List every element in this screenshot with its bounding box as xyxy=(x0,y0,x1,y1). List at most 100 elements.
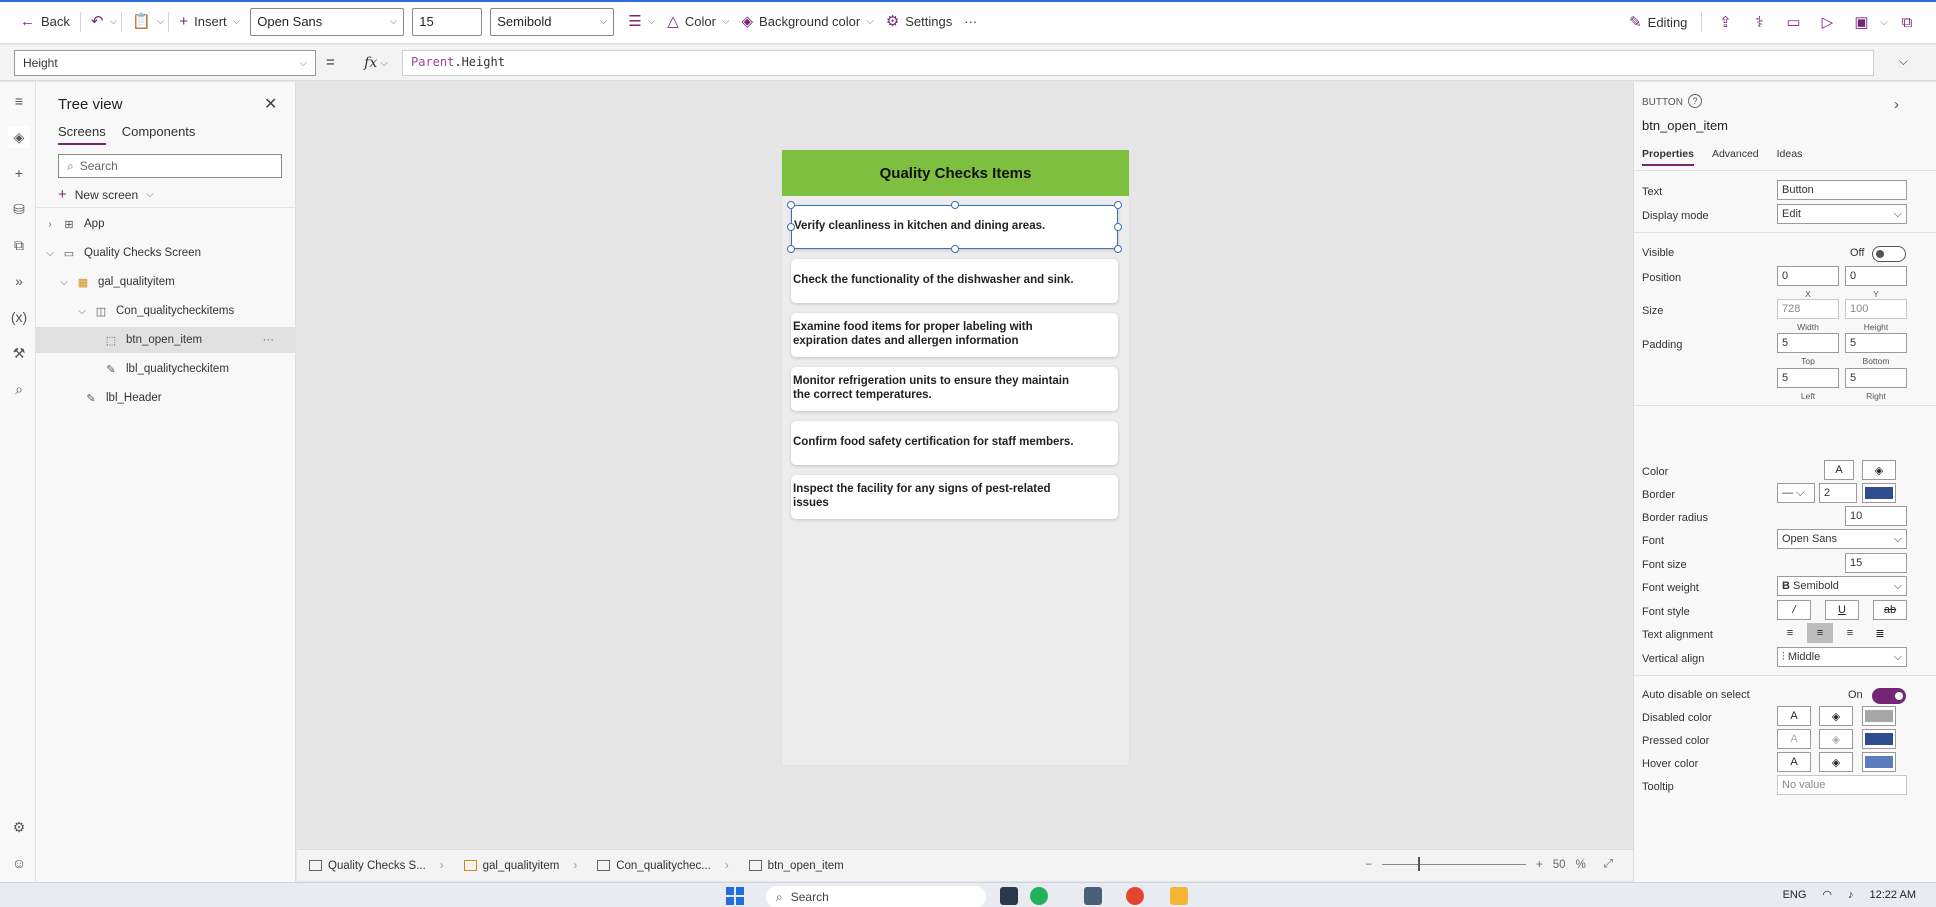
tree-node-header[interactable]: ✎ lbl_Header xyxy=(36,385,296,411)
wifi-icon[interactable]: ◠ xyxy=(1822,888,1832,901)
fx-button[interactable]: fx ⌵ xyxy=(352,50,400,76)
taskbar-app-icon[interactable] xyxy=(1000,887,1018,905)
new-screen-button[interactable]: + New screen ⌵ xyxy=(58,186,154,203)
calculator-icon[interactable] xyxy=(1084,887,1102,905)
chrome-icon[interactable] xyxy=(1126,887,1144,905)
chevron-right-icon[interactable]: › xyxy=(44,219,56,230)
data-icon[interactable]: ⛁ xyxy=(8,198,30,220)
save-chevron-icon[interactable]: ⌵ xyxy=(1880,17,1888,28)
disabled-fill-icon[interactable]: ◈ xyxy=(1819,706,1853,726)
volume-icon[interactable]: ♪ xyxy=(1848,889,1854,901)
publish-icon[interactable]: ⧉ xyxy=(1892,7,1922,37)
background-color-button[interactable]: ◈ Background color ⌵ xyxy=(736,7,880,37)
disabled-border-color-swatch[interactable] xyxy=(1862,706,1896,726)
position-y-input[interactable]: 0 xyxy=(1845,266,1907,286)
chevron-down-icon[interactable]: ⌵ xyxy=(76,306,88,317)
text-color-swatch[interactable]: A xyxy=(1824,460,1854,480)
hamburger-icon[interactable]: ≡ xyxy=(8,90,30,112)
search-icon[interactable]: ⌕ xyxy=(8,378,30,400)
padding-top-input[interactable]: 5 xyxy=(1777,333,1839,353)
width-input[interactable]: 728 xyxy=(1777,299,1839,319)
resize-handle[interactable] xyxy=(1114,223,1122,231)
strikethrough-button[interactable]: ab xyxy=(1873,600,1907,620)
tree-view-icon[interactable]: ◈ xyxy=(8,126,30,148)
tree-node-button[interactable]: ⬚ btn_open_item ··· xyxy=(36,327,296,353)
vertical-align-select[interactable]: ⫶ Middle ⌵ xyxy=(1777,647,1907,667)
border-color-swatch[interactable] xyxy=(1862,483,1896,503)
color-button[interactable]: △ Color ⌵ xyxy=(661,7,735,37)
align-justify-icon[interactable]: ≣ xyxy=(1867,623,1893,643)
pressed-text-color-swatch[interactable]: A xyxy=(1777,729,1811,749)
insert-icon[interactable]: + xyxy=(8,162,30,184)
font-size-input[interactable]: 15 xyxy=(412,7,483,36)
windows-start-icon[interactable] xyxy=(726,887,746,907)
tree-node-label[interactable]: ✎ lbl_qualitycheckitem xyxy=(36,356,296,382)
tree-node-gallery[interactable]: ⌵ ▦ gal_qualityitem xyxy=(36,269,296,295)
zoom-out-button[interactable]: − xyxy=(1365,859,1372,871)
tools-icon[interactable]: ⚒ xyxy=(8,342,30,364)
media-icon[interactable]: ⧉ xyxy=(8,234,30,256)
keyboard-language[interactable]: ENG xyxy=(1783,889,1807,901)
border-radius-input[interactable]: 10 xyxy=(1845,506,1907,526)
gallery-item-button[interactable]: Check the functionality of the dishwashe… xyxy=(791,259,1118,303)
gallery-item-button[interactable]: Inspect the facility for any signs of pe… xyxy=(791,475,1118,519)
hover-text-color-swatch[interactable]: A xyxy=(1777,752,1811,772)
more-button[interactable]: ··· xyxy=(958,7,983,37)
taskbar-search-input[interactable]: ⌕ Search xyxy=(766,886,986,907)
editing-button[interactable]: ✎ Editing xyxy=(1623,7,1693,37)
paste-chevron-icon[interactable]: ⌵ xyxy=(157,16,165,27)
padding-left-input[interactable]: 5 xyxy=(1777,368,1839,388)
hover-border-color-swatch[interactable] xyxy=(1862,752,1896,772)
tab-screens[interactable]: Screens xyxy=(58,124,106,145)
comments-icon[interactable]: ▭ xyxy=(1778,7,1808,37)
settings-gear-icon[interactable]: ⚙ xyxy=(8,816,30,838)
tab-properties[interactable]: Properties xyxy=(1642,148,1694,166)
font-weight-select[interactable]: Semibold ⌵ xyxy=(490,7,615,36)
chevron-right-icon[interactable]: › xyxy=(1894,96,1899,113)
border-style-select[interactable]: — ⌵ xyxy=(1777,483,1815,503)
clock[interactable]: 12:22 AM xyxy=(1870,889,1916,901)
close-icon[interactable]: ✕ xyxy=(264,94,277,114)
auto-disable-toggle[interactable] xyxy=(1872,688,1906,704)
control-name[interactable]: btn_open_item xyxy=(1642,118,1728,133)
font-select[interactable]: Open Sans ⌵ xyxy=(250,7,405,36)
border-width-input[interactable]: 2 xyxy=(1819,483,1857,503)
header-label[interactable]: Quality Checks Items xyxy=(782,150,1129,196)
app-checker-icon[interactable]: ⚕ xyxy=(1744,7,1774,37)
padding-bottom-input[interactable]: 5 xyxy=(1845,333,1907,353)
power-automate-icon[interactable]: » xyxy=(8,270,30,292)
tab-ideas[interactable]: Ideas xyxy=(1777,148,1803,166)
align-center-icon[interactable]: ≡ xyxy=(1807,623,1833,643)
gallery-item-button[interactable]: Examine food items for proper labeling w… xyxy=(791,313,1118,357)
resize-handle[interactable] xyxy=(1114,201,1122,209)
font-select[interactable]: Open Sans ⌵ xyxy=(1777,529,1907,549)
resize-handle[interactable] xyxy=(787,245,795,253)
insert-button[interactable]: + Insert ⌵ xyxy=(173,7,246,37)
italic-button[interactable]: / xyxy=(1777,600,1811,620)
font-weight-select[interactable]: B Semibold ⌵ xyxy=(1777,576,1907,596)
formula-input[interactable]: Parent.Height xyxy=(402,50,1874,76)
align-right-icon[interactable]: ≡ xyxy=(1837,623,1863,643)
tree-node-container[interactable]: ⌵ ◫ Con_qualitycheckitems xyxy=(36,298,296,324)
play-icon[interactable]: ▷ xyxy=(1812,7,1842,37)
gallery-item-button[interactable]: Monitor refrigeration units to ensure th… xyxy=(791,367,1118,411)
paste-button[interactable]: 📋 xyxy=(126,7,157,37)
display-mode-select[interactable]: Edit ⌵ xyxy=(1777,204,1907,224)
variables-icon[interactable]: (x) xyxy=(8,306,30,328)
text-input[interactable]: Button xyxy=(1777,180,1907,200)
tab-advanced[interactable]: Advanced xyxy=(1712,148,1759,166)
fit-to-window-icon[interactable]: ⤢ xyxy=(1604,858,1613,871)
chevron-down-icon[interactable]: ⌵ xyxy=(44,248,56,259)
tree-node-app[interactable]: › ⊞ App xyxy=(36,211,296,237)
undo-button[interactable]: ↶ xyxy=(85,7,110,37)
zoom-slider[interactable] xyxy=(1382,857,1527,871)
pressed-fill-icon[interactable]: ◈ xyxy=(1819,729,1853,749)
resize-handle[interactable] xyxy=(1114,245,1122,253)
account-icon[interactable]: ☺ xyxy=(8,852,30,874)
gallery-item-button[interactable]: Confirm food safety certification for st… xyxy=(791,421,1118,465)
whatsapp-icon[interactable] xyxy=(1030,887,1048,905)
align-button[interactable]: ☰ ⌵ xyxy=(622,7,661,37)
settings-button[interactable]: ⚙ Settings xyxy=(880,7,958,37)
breadcrumb-screen[interactable]: Quality Checks S... › xyxy=(309,860,444,872)
position-x-input[interactable]: 0 xyxy=(1777,266,1839,286)
